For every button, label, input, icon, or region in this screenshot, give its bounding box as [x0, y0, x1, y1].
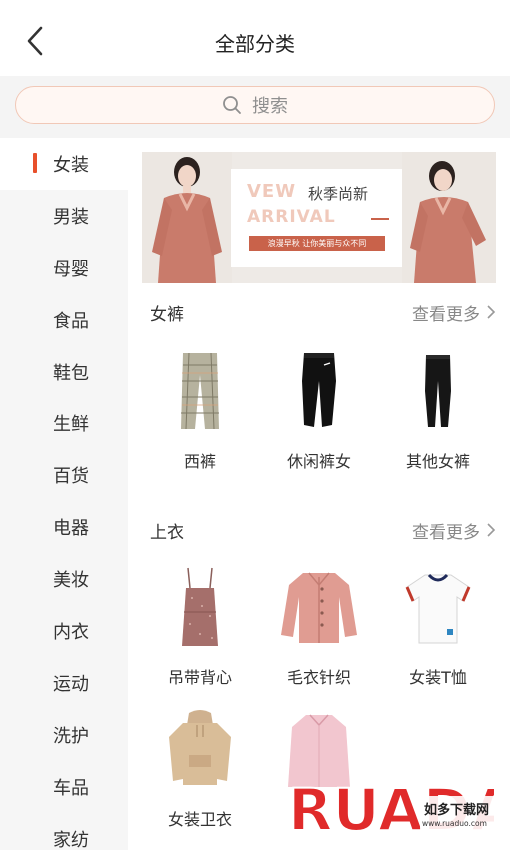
item-label: 西裤 [183, 452, 216, 471]
tshirt-icon [405, 573, 471, 644]
site-watermark: RUADAOO 如多下载网 www.ruaduo.com [287, 764, 510, 845]
watermark-url: www.ruaduo.com [422, 819, 487, 828]
sidebar-item-womens[interactable]: 女装 [0, 138, 128, 190]
view-more-link[interactable]: 查看更多 [412, 518, 480, 543]
sidebar-item-label: 电器 [53, 518, 89, 540]
sidebar-item-shoes-bags[interactable]: 鞋包 [0, 346, 128, 398]
category-item-hoodie[interactable]: 女装卫衣 [140, 704, 260, 834]
search-icon [223, 96, 241, 114]
sidebar-item-sports[interactable]: 运动 [0, 657, 128, 709]
banner-title-en: VEW [247, 181, 297, 202]
section-title: 女裤 [150, 305, 184, 325]
sidebar-item-label: 运动 [53, 673, 89, 695]
category-item-knitwear[interactable]: 毛衣针织 [259, 562, 379, 692]
sidebar-item-underwear[interactable]: 内衣 [0, 605, 128, 657]
item-image [259, 562, 379, 652]
header: 全部分类 [0, 0, 510, 76]
page-title: 全部分类 [215, 32, 295, 56]
banner-divider [371, 218, 389, 220]
category-sidebar: 女装 男装 母婴 食品 鞋包 生鲜 百货 电器 美妆 内衣 运动 洗护 车品 家… [0, 138, 128, 850]
category-item-other-pants[interactable]: 其他女裤 [378, 346, 498, 476]
model-right-image [402, 152, 496, 283]
item-image [140, 562, 260, 652]
search-input[interactable]: 搜索 [15, 86, 495, 124]
ruaduo-watermark-logo: RUADAOO 如多下载网 www.ruaduo.com [287, 775, 510, 845]
banner-text-card: VEW 秋季尚新 ARRIVAL 浪漫早秋 让你美丽与众不同 [231, 169, 403, 267]
black-leggings-icon [425, 355, 451, 427]
section-header-pants: 女裤 查看更多 [128, 300, 510, 330]
category-item-casual-pants[interactable]: 休闲裤女 [259, 346, 379, 476]
model-left-image [142, 152, 232, 283]
view-more-link[interactable]: 查看更多 [412, 300, 480, 325]
banner-subtitle-en: ARRIVAL [247, 207, 336, 227]
sidebar-item-mens[interactable]: 男装 [0, 190, 128, 242]
sidebar-item-label: 家纺 [53, 829, 89, 850]
sidebar-item-home-textile[interactable]: 家纺 [0, 813, 128, 850]
banner-title-cn: 秋季尚新 [308, 185, 369, 203]
sidebar-item-label: 洗护 [53, 725, 89, 747]
section-header-tops: 上衣 查看更多 [128, 518, 510, 548]
cardigan-icon [281, 572, 357, 643]
sidebar-item-label: 百货 [53, 466, 89, 488]
black-joggers-icon [302, 353, 336, 427]
sidebar-item-baby[interactable]: 母婴 [0, 242, 128, 294]
category-item-tshirt[interactable]: 女装T恤 [378, 562, 498, 692]
category-content: VEW 秋季尚新 ARRIVAL 浪漫早秋 让你美丽与众不同 女裤 查看更多 西… [128, 138, 510, 850]
sidebar-item-label: 食品 [53, 310, 89, 332]
sidebar-item-label: 生鲜 [53, 414, 89, 436]
item-label: 毛衣针织 [286, 668, 351, 687]
promo-banner[interactable]: VEW 秋季尚新 ARRIVAL 浪漫早秋 让你美丽与众不同 [142, 152, 496, 283]
sidebar-item-car[interactable]: 车品 [0, 761, 128, 813]
item-image [140, 346, 260, 436]
hoodie-icon [169, 710, 231, 785]
sidebar-item-label: 母婴 [53, 258, 89, 280]
sidebar-item-appliances[interactable]: 电器 [0, 501, 128, 553]
sidebar-item-food[interactable]: 食品 [0, 294, 128, 346]
watermark-site-name: 如多下载网 [424, 802, 489, 818]
item-image [259, 346, 379, 436]
sidebar-item-label: 男装 [53, 206, 89, 228]
search-placeholder: 搜索 [252, 96, 288, 117]
sidebar-item-fresh[interactable]: 生鲜 [0, 397, 128, 449]
chevron-right-icon[interactable] [486, 522, 496, 538]
camisole-icon [182, 567, 218, 646]
item-image [140, 704, 260, 794]
item-label: 女装T恤 [409, 668, 467, 687]
sidebar-item-label: 车品 [53, 777, 89, 799]
category-item-camisole[interactable]: 吊带背心 [140, 562, 260, 692]
plaid-trousers-icon [181, 352, 219, 430]
item-image [378, 346, 498, 436]
category-item-dress-pants[interactable]: 西裤 [140, 346, 260, 476]
item-label: 休闲裤女 [286, 452, 351, 471]
banner-tagline: 浪漫早秋 让你美丽与众不同 [249, 236, 385, 251]
sidebar-item-personal-care[interactable]: 洗护 [0, 709, 128, 761]
sidebar-item-label: 内衣 [53, 621, 89, 643]
item-label: 其他女裤 [405, 452, 470, 471]
sidebar-item-label: 女装 [53, 154, 89, 176]
sidebar-item-beauty[interactable]: 美妆 [0, 553, 128, 605]
item-label: 吊带背心 [167, 668, 232, 687]
item-label: 女装卫衣 [167, 810, 232, 829]
sidebar-item-label: 鞋包 [53, 362, 89, 384]
chevron-right-icon[interactable] [486, 304, 496, 320]
section-title: 上衣 [150, 523, 184, 543]
item-image [378, 562, 498, 652]
sidebar-item-general[interactable]: 百货 [0, 449, 128, 501]
search-bar-area: 搜索 [0, 76, 510, 138]
sidebar-item-label: 美妆 [53, 570, 89, 592]
